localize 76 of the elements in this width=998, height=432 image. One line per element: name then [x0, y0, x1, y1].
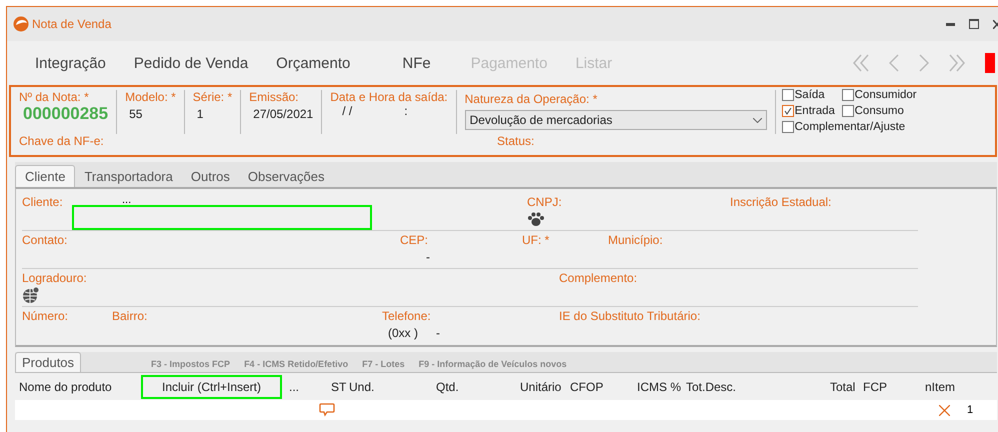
minimize-icon[interactable]: [946, 22, 955, 26]
column-header: FCP: [863, 380, 888, 394]
field-label: Inscrição Estadual:: [730, 195, 832, 209]
shortcut-hint: F9 - Informação de Veículos novos: [418, 359, 567, 369]
field-label: Natureza da Operação: *: [464, 92, 598, 106]
globe-pin-icon[interactable]: [22, 286, 40, 304]
field-label: Cliente:: [22, 195, 63, 209]
phone-value: -: [436, 326, 440, 340]
shortcut-hint: F4 - ICMS Retido/Efetivo: [244, 359, 348, 369]
menu-tab[interactable]: Integração: [35, 54, 106, 72]
column-header: Qtd.: [436, 380, 460, 394]
option-checkbox[interactable]: Consumo: [842, 104, 917, 118]
option-checkbox[interactable]: Saída: [782, 88, 842, 103]
field-label: Logradouro:: [22, 271, 87, 285]
option-checkbox[interactable]: Consumidor: [842, 88, 917, 103]
shortcut-hint: F3 - Impostos FCP: [151, 359, 230, 369]
check-icon: [784, 106, 792, 115]
column-header: Total: [830, 380, 856, 394]
column-header: Und.: [349, 380, 376, 394]
window-title: Nota de Venda: [32, 17, 112, 31]
column-header: ...: [289, 380, 300, 394]
operation-dropdown[interactable]: Devolução de mercadorias: [464, 110, 767, 130]
client-field[interactable]: [72, 205, 372, 230]
column-header: ICMS %: [637, 380, 682, 394]
column-header: Tot.Desc.: [686, 380, 738, 394]
field-label: Complemento:: [559, 271, 638, 285]
products-tab[interactable]: Produtos: [15, 352, 82, 372]
delete-icon[interactable]: [939, 404, 950, 416]
field-label: IE do Substituto Tributário:: [559, 309, 700, 323]
field-label: CEP:: [400, 233, 428, 247]
field-value: -: [425, 250, 430, 264]
form-tab[interactable]: Transportadora: [75, 166, 182, 187]
column-header: nItem: [925, 380, 955, 394]
date-value: / /: [342, 104, 352, 118]
maximize-icon[interactable]: [969, 19, 979, 29]
field-value: 27/05/2021: [252, 107, 314, 121]
shortcut-hint: F7 - Lotes: [362, 359, 405, 369]
field-label: Número:: [22, 309, 68, 323]
column-header: CFOP: [570, 380, 604, 394]
add-button[interactable]: Incluir (Ctrl+Insert): [141, 374, 282, 398]
menu-tab[interactable]: NFe: [402, 54, 431, 72]
chevron-down-icon: [752, 118, 762, 122]
field-label: Contato:: [22, 233, 68, 247]
form-tab[interactable]: Outros: [182, 166, 239, 187]
field-value: ...: [122, 194, 132, 206]
app-logo-icon: [13, 16, 29, 32]
menu-tab[interactable]: Pedido de Venda: [134, 54, 248, 72]
option-checkbox[interactable]: Complementar/Ajuste: [782, 119, 917, 134]
comment-icon[interactable]: [319, 403, 335, 417]
column-header: ST: [331, 380, 348, 394]
field-label: UF: *: [522, 233, 550, 247]
menu-tab[interactable]: Orçamento: [276, 54, 350, 72]
status-indicator: [985, 53, 995, 73]
column-header: Nome do produto: [19, 380, 113, 394]
field-label: Telefone:: [382, 309, 431, 323]
field-value: 55: [128, 107, 144, 121]
time-value: :: [404, 104, 408, 118]
field-label: Modelo: *: [125, 90, 176, 104]
field-label: Nº da Nota: *: [19, 90, 90, 104]
phone-value: (0xx ): [388, 326, 418, 340]
form-tab[interactable]: Observações: [238, 166, 334, 187]
note-number: 000000285: [22, 104, 108, 124]
field-label: Emissão:: [249, 90, 300, 104]
field-label: Chave da NF-e:: [19, 134, 105, 148]
form-tab[interactable]: Cliente: [15, 165, 76, 187]
column-header: Unitário: [520, 380, 562, 394]
item-number: 1: [967, 404, 974, 416]
field-label: Bairro:: [112, 309, 148, 323]
paw-icon: [527, 211, 545, 227]
field-value: 1: [196, 107, 204, 121]
field-label: CNPJ:: [527, 195, 562, 209]
field-label: Município:: [608, 233, 663, 247]
field-label: Status:: [497, 134, 534, 148]
field-label: Série: *: [192, 90, 232, 104]
option-checkbox[interactable]: Entrada: [782, 104, 842, 118]
field-label: Data e Hora da saída:: [330, 90, 448, 104]
